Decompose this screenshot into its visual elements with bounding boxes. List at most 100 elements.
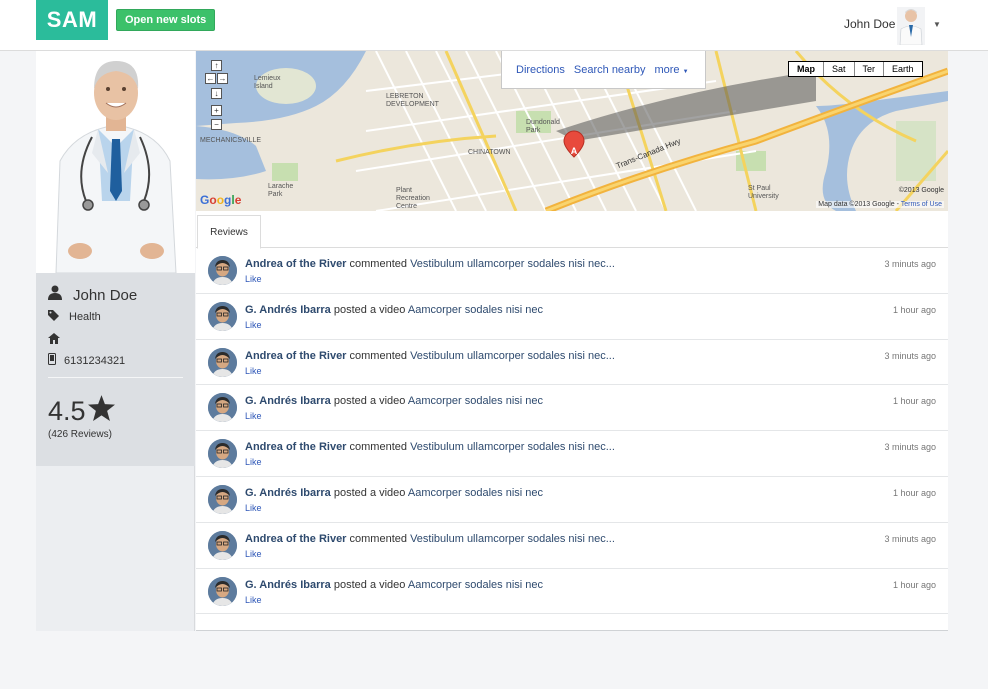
- map-type-map[interactable]: Map: [789, 62, 823, 76]
- activity-action: commented: [349, 441, 408, 454]
- like-link[interactable]: Like: [245, 595, 262, 605]
- activity-timestamp: 1 hour ago: [892, 396, 936, 407]
- map-label: LEBRETON DEVELOPMENT: [386, 93, 439, 108]
- like-link[interactable]: Like: [245, 503, 262, 513]
- avatar[interactable]: [208, 301, 237, 331]
- map-label: MECHANICSVILLE: [200, 137, 262, 144]
- top-bar: SAM Open new slots John Doe ▼: [0, 0, 988, 51]
- tab-reviews[interactable]: Reviews: [197, 215, 261, 249]
- activity-action: posted a video: [333, 395, 406, 408]
- chevron-down-icon: ▼: [682, 68, 689, 75]
- activity-timestamp: 3 minuts ago: [884, 350, 936, 361]
- location-map[interactable]: A Lemieux Island LEBRETON DEVELOPMENT ME…: [196, 51, 948, 211]
- like-link[interactable]: Like: [245, 549, 262, 559]
- activity-subject-link[interactable]: Vestibulum ullamcorper sodales nisi nec.…: [410, 350, 615, 362]
- activity-subject-link[interactable]: Aamcorper sodales nisi nec: [408, 487, 543, 499]
- activity-user-link[interactable]: G. Andrés Ibarra: [245, 487, 331, 499]
- profile-specialty: Health: [69, 311, 101, 323]
- map-label: St Paul University: [748, 185, 779, 200]
- list-item: Andrea of the River commented Vestibulum…: [196, 248, 948, 294]
- rating-value: 4.5: [48, 396, 86, 426]
- activity-action: posted a video: [333, 486, 406, 499]
- activity-text: Andrea of the River commented Vestibulum…: [245, 350, 615, 362]
- user-icon: [48, 285, 62, 303]
- pan-left-button[interactable]: ←: [205, 73, 216, 84]
- pan-down-button[interactable]: ↓: [211, 88, 222, 99]
- avatar[interactable]: [208, 530, 237, 560]
- like-link[interactable]: Like: [245, 457, 262, 467]
- activity-user-link[interactable]: Andrea of the River: [245, 350, 346, 362]
- app-logo[interactable]: SAM: [36, 0, 108, 40]
- avatar[interactable]: [208, 347, 237, 377]
- avatar[interactable]: [208, 576, 237, 606]
- map-label: Lemieux Island: [254, 75, 281, 90]
- list-item: G. Andrés Ibarra posted a video Aamcorpe…: [196, 477, 948, 523]
- activity-subject-link[interactable]: Aamcorper sodales nisi nec: [408, 579, 543, 591]
- map-label: Larache Park: [268, 183, 294, 198]
- user-menu-name[interactable]: John Doe: [844, 17, 895, 31]
- reviews-count: (426 Reviews): [48, 429, 112, 440]
- pan-right-button[interactable]: →: [217, 73, 228, 84]
- pan-up-button[interactable]: ↑: [211, 60, 222, 71]
- activity-text: G. Andrés Ibarra posted a video Aamcorpe…: [245, 395, 543, 407]
- list-item: G. Andrés Ibarra posted a video Aamcorpe…: [196, 385, 948, 432]
- avatar[interactable]: [208, 484, 237, 514]
- activity-subject-link[interactable]: Aamcorper sodales nisi nec: [408, 304, 543, 316]
- activity-list: Andrea of the River commented Vestibulum…: [196, 248, 948, 615]
- google-logo[interactable]: Google: [200, 193, 241, 207]
- map-type-control: Map Sat Ter Earth: [788, 61, 923, 77]
- map-type-ter[interactable]: Ter: [853, 62, 884, 76]
- profile-info: John Doe Health 6131234321 4.5 (426 Revi…: [36, 273, 195, 466]
- activity-action: commented: [349, 349, 408, 362]
- phone-icon: [48, 353, 56, 368]
- profile-name: John Doe: [73, 287, 138, 304]
- profile-photo: [36, 51, 195, 273]
- activity-user-link[interactable]: G. Andrés Ibarra: [245, 395, 331, 407]
- like-link[interactable]: Like: [245, 320, 262, 330]
- open-new-slots-button[interactable]: Open new slots: [116, 9, 216, 31]
- profile-specialty-row: Health: [48, 310, 101, 324]
- profile-phone-row: 6131234321: [48, 353, 125, 368]
- activity-subject-link[interactable]: Vestibulum ullamcorper sodales nisi nec.…: [410, 441, 615, 453]
- like-link[interactable]: Like: [245, 366, 262, 376]
- map-credit-text: Map data ©2013 Google -: [818, 201, 901, 208]
- activity-user-link[interactable]: Andrea of the River: [245, 441, 346, 453]
- more-label: more: [654, 63, 680, 76]
- user-avatar[interactable]: [897, 7, 925, 46]
- like-link[interactable]: Like: [245, 274, 262, 284]
- search-nearby-link[interactable]: Search nearby: [574, 64, 646, 76]
- activity-subject-link[interactable]: Vestibulum ullamcorper sodales nisi nec.…: [410, 258, 615, 270]
- activity-subject-link[interactable]: Aamcorper sodales nisi nec: [408, 395, 543, 407]
- zoom-out-button[interactable]: −: [211, 119, 222, 130]
- activity-user-link[interactable]: Andrea of the River: [245, 533, 346, 545]
- activity-user-link[interactable]: G. Andrés Ibarra: [245, 579, 331, 591]
- profile-sidebar: John Doe Health 6131234321 4.5 (426 Revi…: [36, 51, 195, 631]
- activity-timestamp: 1 hour ago: [892, 579, 936, 590]
- activity-action: posted a video: [333, 303, 406, 316]
- zoom-in-button[interactable]: +: [211, 105, 222, 116]
- activity-timestamp: 3 minuts ago: [884, 533, 936, 544]
- activity-user-link[interactable]: G. Andrés Ibarra: [245, 304, 331, 316]
- like-link[interactable]: Like: [245, 411, 262, 421]
- map-credit: Map data ©2013 Google - Terms of Use: [816, 201, 944, 208]
- activity-subject-link[interactable]: Vestibulum ullamcorper sodales nisi nec.…: [410, 533, 615, 545]
- activity-user-link[interactable]: Andrea of the River: [245, 258, 346, 270]
- more-link[interactable]: more ▼: [654, 64, 688, 76]
- activity-text: G. Andrés Ibarra posted a video Aamcorpe…: [245, 304, 543, 316]
- activity-timestamp: 1 hour ago: [892, 487, 936, 498]
- directions-link[interactable]: Directions: [516, 64, 565, 76]
- map-label: Plant Recreation Centre: [396, 187, 430, 210]
- activity-text: G. Andrés Ibarra posted a video Aamcorpe…: [245, 579, 543, 591]
- star-icon: [87, 395, 115, 428]
- avatar[interactable]: [208, 439, 237, 469]
- map-marker[interactable]: A: [564, 146, 584, 156]
- list-item: Andrea of the River commented Vestibulum…: [196, 523, 948, 569]
- map-type-sat[interactable]: Sat: [823, 62, 854, 76]
- map-type-earth[interactable]: Earth: [883, 62, 922, 76]
- chevron-down-icon[interactable]: ▼: [933, 20, 941, 29]
- activity-text: Andrea of the River commented Vestibulum…: [245, 533, 615, 545]
- avatar[interactable]: [208, 393, 237, 423]
- terms-of-use-link[interactable]: Terms of Use: [901, 201, 942, 208]
- avatar[interactable]: [208, 256, 237, 285]
- activity-timestamp: 3 minuts ago: [884, 259, 936, 269]
